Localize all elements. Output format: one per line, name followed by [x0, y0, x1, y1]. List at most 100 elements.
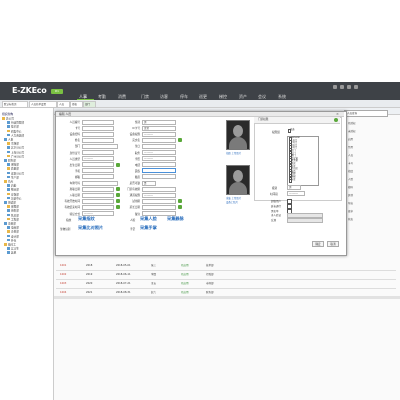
text-field[interactable] — [142, 186, 176, 192]
org-tree-label: 行政管理部 — [11, 121, 24, 125]
tab-authorize[interactable]: 授权 — [70, 101, 83, 108]
antipassback-field[interactable] — [287, 218, 323, 223]
select-field[interactable]: ---------- — [142, 150, 176, 155]
tab-department[interactable]: 部门 — [83, 101, 96, 108]
calendar-icon[interactable] — [178, 138, 182, 143]
collapse-icon[interactable] — [334, 118, 338, 122]
field-label: 生日 — [134, 145, 140, 149]
text-field[interactable] — [82, 137, 114, 143]
text-field[interactable] — [82, 143, 118, 149]
field-label: 车牌号码 — [69, 182, 80, 185]
capture-fingerprint-link[interactable]: 采集指纹 — [78, 216, 95, 222]
horizontal-scrollbar[interactable] — [54, 296, 400, 299]
calendar-icon[interactable] — [178, 199, 182, 204]
table-cell: 已启用 — [181, 282, 189, 285]
select-field[interactable]: ---------- — [82, 156, 114, 162]
folder-icon — [7, 226, 10, 229]
folder-icon — [7, 133, 10, 137]
field-label: 手机 — [74, 169, 80, 173]
text-field[interactable] — [82, 162, 114, 168]
capture-vein-link[interactable]: 采集静脉 — [167, 216, 184, 222]
permission-option-checkbox[interactable]: 车库 — [288, 178, 318, 183]
org-tree-label: 企划部 — [11, 230, 19, 234]
table-row[interactable]: 1001 2018 2018-05-01 张三 已启用 技术部 — [56, 262, 396, 271]
text-field[interactable] — [82, 204, 114, 210]
folder-icon — [7, 188, 10, 191]
capture-compare-link[interactable]: 采集比对照片 — [78, 225, 103, 231]
right-search-input[interactable]: 人员查询 — [344, 110, 388, 117]
text-field[interactable] — [142, 168, 176, 174]
message-icon[interactable] — [340, 85, 344, 89]
close-icon[interactable]: × — [336, 112, 339, 116]
tab-list-settings[interactable]: 人员名单设置 — [29, 101, 57, 108]
text-field[interactable] — [82, 198, 114, 204]
text-field[interactable] — [142, 137, 176, 143]
user-icon[interactable] — [333, 85, 337, 89]
person-photo[interactable] — [226, 120, 250, 150]
text-field[interactable] — [82, 150, 114, 155]
card-status-select[interactable]: 正常 — [142, 125, 176, 131]
text-field[interactable] — [82, 186, 114, 192]
table-cell: 2019 — [86, 273, 93, 276]
folder-icon — [7, 251, 10, 254]
text-field[interactable] — [82, 125, 114, 131]
text-field[interactable] — [142, 198, 176, 204]
upload-photo-link[interactable]: 拍照 上传照片 — [226, 151, 241, 155]
text-field[interactable] — [142, 204, 176, 210]
device-photo[interactable] — [226, 165, 250, 195]
tab-home[interactable]: 默认标签页 — [2, 101, 28, 108]
capture-palm-link[interactable]: 采集手掌 — [140, 225, 157, 231]
table-cell: 1001 — [60, 264, 67, 267]
ok-button[interactable]: 确定 — [312, 241, 324, 247]
org-tree-label: 市场部 — [11, 142, 19, 146]
logout-icon[interactable] — [354, 85, 358, 89]
table-row[interactable]: 1003 2020 2018-07-21 王五 已启用 市场部 — [56, 280, 396, 289]
text-field[interactable] — [82, 192, 114, 198]
org-tree-label: 项目部 — [8, 222, 16, 226]
time-select[interactable]: ---------- — [287, 191, 305, 196]
gender-select[interactable]: 男 — [142, 119, 176, 125]
text-field[interactable] — [142, 143, 176, 149]
field-label: 部门 — [74, 145, 80, 149]
text-field[interactable] — [82, 174, 114, 180]
right-list-item: 导出 — [348, 202, 354, 205]
top-right-icons — [330, 85, 390, 91]
right-list-item: 指纹 — [348, 170, 354, 173]
folder-icon — [7, 171, 10, 175]
field-label: 电话 — [134, 163, 140, 167]
right-list-item: 禁用 — [348, 146, 354, 149]
org-tree-label: 仓库 — [8, 180, 14, 184]
edition-badge: Pro — [51, 89, 63, 94]
capture-face-link[interactable]: 采集人脸 — [140, 216, 157, 222]
org-tree-label: 人事 — [8, 138, 14, 142]
device-photo-link[interactable]: 设备上照片 — [226, 200, 238, 204]
tab-personnel[interactable]: 人员 — [57, 101, 70, 108]
text-field[interactable] — [82, 180, 118, 186]
permission-group-label: 权限组 — [272, 131, 280, 134]
attendance-select[interactable]: 是 — [142, 180, 156, 186]
org-tree-label: 外包 — [11, 239, 17, 243]
calendar-icon[interactable] — [178, 205, 182, 210]
folder-icon — [7, 230, 10, 233]
text-field[interactable] — [82, 168, 114, 174]
org-tree-label: 广州分公司 — [11, 155, 24, 159]
text-field[interactable] — [82, 131, 114, 137]
table-row[interactable]: 1002 2019 2018-06-11 李四 已启用 行政部 — [56, 271, 396, 280]
text-field[interactable] — [142, 162, 176, 168]
level-select[interactable]: 男 — [287, 185, 301, 190]
cancel-button[interactable]: 取消 — [327, 241, 339, 247]
permission-group-list[interactable]: general 1号门 2号门 3号门 4号门 大门 后门 侧门 会议室 财务室 机房 仓库 办公区 前台… — [287, 136, 319, 186]
table-cell: 2018-07-21 — [116, 282, 131, 285]
select-field[interactable]: ---------- — [142, 192, 176, 198]
text-field[interactable] — [82, 119, 114, 125]
org-tree-item[interactable]: 其他 — [7, 251, 16, 255]
text-field[interactable] — [142, 174, 176, 180]
field-label: 身份证号 — [69, 151, 80, 155]
help-icon[interactable] — [347, 85, 351, 89]
org-tree-label: 人力资源部 — [11, 134, 24, 138]
folder-icon — [7, 238, 10, 242]
select-all-checkbox[interactable]: 全选 — [287, 128, 400, 133]
select-field[interactable]: ---------- — [142, 131, 176, 137]
select-field[interactable]: ---------- — [142, 156, 176, 162]
folder-icon — [7, 125, 10, 128]
